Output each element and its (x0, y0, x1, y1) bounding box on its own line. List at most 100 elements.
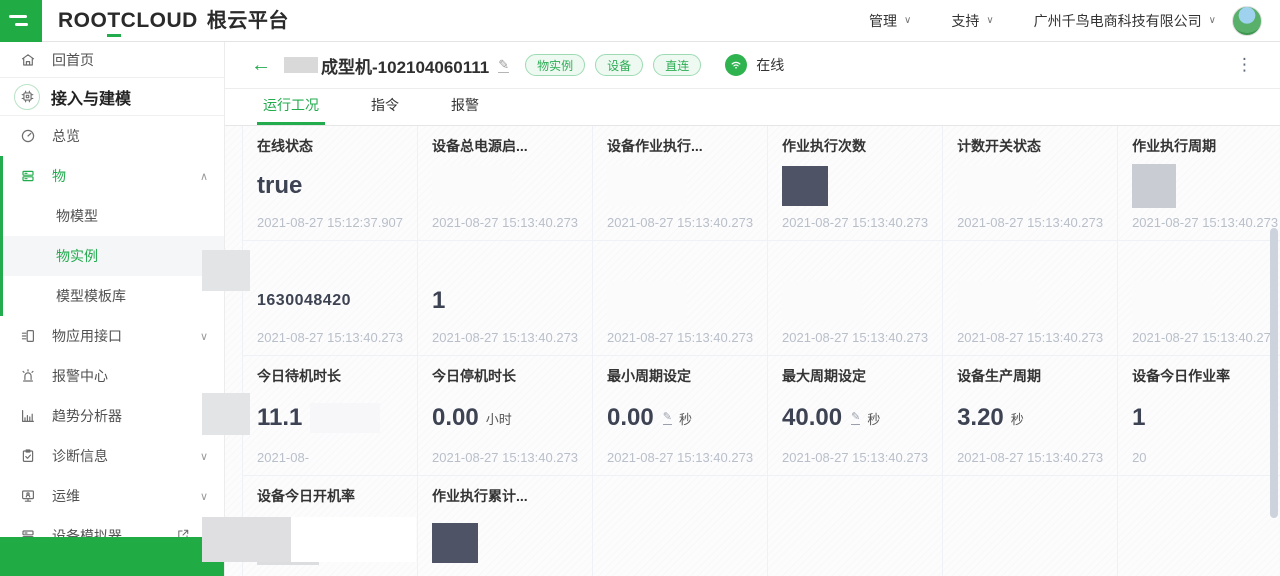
sidebar-item-thing-instance[interactable]: 物实例 (0, 236, 224, 276)
card-value: 1 (1132, 404, 1146, 431)
sidebar-item-label: 物 (52, 168, 66, 184)
kebab-menu-icon[interactable]: ⋮ (1236, 55, 1254, 75)
card-title (782, 251, 928, 271)
sidebar-item-access-modeling[interactable]: 接入与建模 (0, 78, 224, 116)
card-timestamp: 2021-08-27 15:13:40.273 (607, 450, 754, 465)
card-timestamp: 2021-08-27 15:13:40.273 (957, 450, 1104, 465)
card-value-row (782, 506, 928, 576)
chevron-down-icon: ∨ (199, 330, 208, 343)
redaction-box (782, 280, 863, 321)
menu-manage[interactable]: 管理 ∨ (869, 11, 911, 31)
redaction-box (202, 517, 291, 562)
metric-card: 今日待机时长 11.1 2021-08- (243, 356, 419, 476)
menu-support-label: 支持 (951, 12, 980, 29)
card-timestamp: 2021-08-27 15:13:40.273 (432, 330, 579, 345)
logo-text-pre: ROO (58, 9, 108, 32)
metric-card: 设备总电源启... 2021-08-27 15:13:40.273 (418, 126, 594, 241)
metric-card (593, 476, 769, 576)
card-value-row (432, 506, 578, 576)
chevron-down-icon: ∨ (199, 450, 208, 463)
card-value: 11.1 (257, 404, 303, 431)
redaction-box (432, 165, 513, 206)
card-title (607, 251, 753, 271)
card-value-row (957, 506, 1103, 576)
chip-icon (14, 83, 40, 110)
chevron-down-icon: ∨ (1208, 15, 1216, 26)
sidebar-bottom-green-bar[interactable] (0, 537, 224, 576)
card-title: 作业执行次数 (782, 138, 867, 154)
back-arrow-icon[interactable]: ← (251, 55, 271, 75)
card-value: 1630048420 (257, 291, 351, 309)
sidebar-item-things[interactable]: 物 ∧ (0, 156, 224, 196)
card-value-row (607, 156, 753, 215)
card-value-row: 1 (432, 271, 578, 330)
card-value-row: 11.1 (257, 386, 403, 450)
card-value: 1 (432, 286, 446, 314)
card-timestamp: 2021-08-27 15:13:40.273 (607, 215, 754, 230)
main-content: ← 成型机-102104060111 ✎ 物实例 设备 直连 在线 ⋮ 运行工况… (225, 42, 1280, 576)
sidebar-item-home[interactable]: 回首页 (0, 42, 224, 78)
card-unit: 秒 (678, 411, 692, 427)
sidebar-item-model-template-lib[interactable]: 模型模板库 (0, 276, 224, 316)
card-timestamp: 2021-08-27 15:13:40.273 (957, 330, 1104, 345)
redaction-box (1132, 163, 1177, 208)
card-value: true (257, 171, 303, 199)
sidebar-item-trend-analyzer[interactable]: 趋势分析器 (0, 396, 224, 436)
card-title: 最大周期设定 (782, 368, 867, 384)
metric-card: 最大周期设定 40.00 ✎ 秒 2021-08-27 15:13:40.273 (768, 356, 944, 476)
metric-card: 2021-08-27 15:13:40.273 (943, 241, 1119, 356)
top-header: ROO T CLOUD 根云平台 管理 ∨ 支持 ∨ 广州千鸟电商科技有限公司 ∨ (0, 0, 1280, 42)
card-title (432, 251, 578, 271)
metric-card (1118, 476, 1280, 576)
sidebar-item-label: 物模型 (56, 208, 98, 224)
card-value-row: 1630048420 (257, 271, 403, 330)
sidebar-item-label: 报警中心 (52, 368, 108, 384)
menu-support[interactable]: 支持 ∨ (951, 11, 993, 31)
metric-card: 2021-08-27 15:13:40.273 (768, 241, 944, 356)
card-value-row (782, 156, 928, 215)
card-timestamp: 2021-08-27 15:13:40.273 (957, 215, 1104, 230)
sidebar-item-alarm-center[interactable]: 报警中心 (0, 356, 224, 396)
sidebar-item-label: 运维 (52, 488, 80, 504)
card-value-row (1132, 506, 1278, 576)
api-icon (20, 328, 36, 344)
vertical-scrollbar[interactable] (1270, 228, 1278, 518)
sidebar-item-diagnosis-info[interactable]: 诊断信息 ∨ (0, 436, 224, 476)
home-icon (20, 52, 36, 68)
card-timestamp: 2021-08-27 15:12:37.907 (257, 215, 404, 230)
edit-value-icon[interactable]: ✎ (662, 411, 672, 425)
metric-card: 设备今日作业率 1 20 (1118, 356, 1280, 476)
badge-thing-instance: 物实例 (525, 54, 586, 76)
menu-company[interactable]: 广州千鸟电商科技有限公司 ∨ (1034, 11, 1216, 31)
edit-value-icon[interactable]: ✎ (851, 411, 861, 425)
sidebar-item-overview[interactable]: 总览 (0, 116, 224, 156)
card-timestamp: 2021-08-27 15:13:40.273 (1132, 215, 1279, 230)
card-title: 计数开关状态 (957, 138, 1042, 154)
card-timestamp: 2021-08-27 15:13:40.273 (782, 450, 929, 465)
sidebar-item-thing-app-api[interactable]: 物应用接口 ∨ (0, 316, 224, 356)
chevron-up-icon: ∧ (199, 170, 208, 183)
wifi-icon (725, 54, 748, 76)
sidebar-item-label: 接入与建模 (51, 90, 132, 108)
diagnosis-icon (20, 448, 36, 464)
tab-commands[interactable]: 指令 (371, 95, 399, 125)
edit-pencil-icon[interactable]: ✎ (498, 58, 510, 73)
redaction-box (607, 280, 688, 321)
user-avatar[interactable] (1232, 5, 1262, 36)
sidebar-item-ops[interactable]: 运维 ∨ (0, 476, 224, 516)
sidebar-item-thing-model[interactable]: 物模型 (0, 196, 224, 236)
card-value-row: 1 (1132, 386, 1278, 450)
sidebar-item-label: 模型模板库 (56, 288, 126, 304)
tab-running-status[interactable]: 运行工况 (257, 95, 325, 125)
metric-card (943, 476, 1119, 576)
hamburger-menu-icon[interactable] (0, 0, 42, 42)
redaction-box (957, 165, 1038, 206)
card-title (957, 251, 1103, 271)
tab-alarms[interactable]: 报警 (451, 95, 479, 125)
card-title (607, 486, 753, 506)
metric-card: 2021-08-27 15:13:40.273 (593, 241, 769, 356)
ops-icon (20, 488, 36, 504)
redaction-box (1132, 280, 1213, 321)
card-title: 设备今日作业率 (1132, 368, 1231, 384)
badge-direct-connect: 直连 (653, 54, 702, 76)
